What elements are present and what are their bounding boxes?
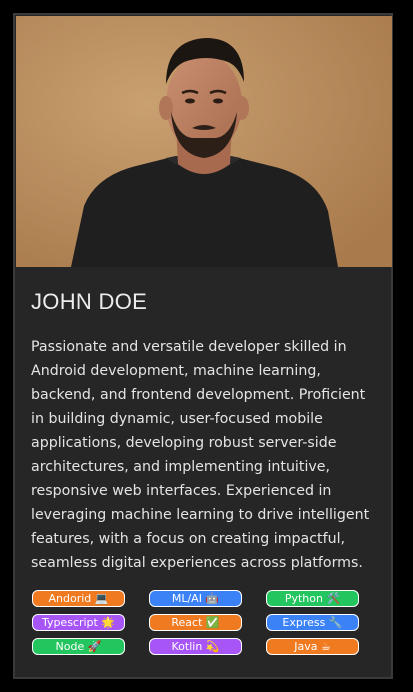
tag-python: Python 🛠️ (266, 590, 359, 607)
tag-kotlin: Kotlin 💫 (149, 638, 242, 655)
profile-photo (16, 16, 392, 267)
profile-name: JOHN DOE (31, 289, 148, 314)
profile-card: JOHN DOE Passionate and versatile develo… (13, 13, 393, 679)
tag-react: React ✅ (149, 614, 242, 631)
tag-java: Java ☕ (266, 638, 359, 655)
skill-tags: Andorid 💻 ML/AI 🤖 Python 🛠️ Typescript 🌟… (32, 590, 380, 655)
tag-node: Node 🚀 (32, 638, 125, 655)
tag-android: Andorid 💻 (32, 590, 125, 607)
tag-typescript: Typescript 🌟 (32, 614, 125, 631)
tag-ml-ai: ML/AI 🤖 (149, 590, 242, 607)
profile-bio: Passionate and versatile developer skill… (31, 339, 370, 571)
tag-express: Express 🔧 (266, 614, 359, 631)
person-portrait-icon (16, 16, 392, 267)
